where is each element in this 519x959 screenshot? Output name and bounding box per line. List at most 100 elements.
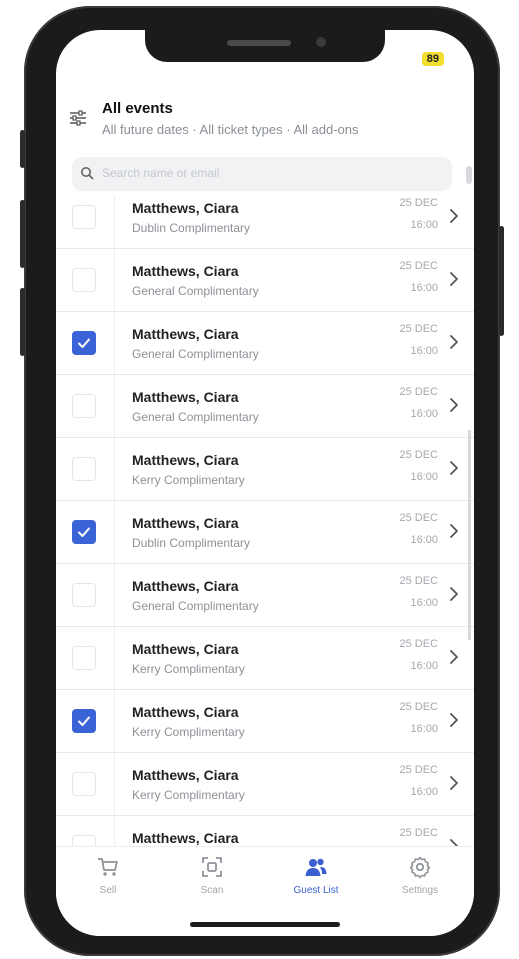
event-time: 16:00 bbox=[410, 345, 438, 357]
checkbox-cell bbox=[56, 753, 115, 815]
guest-checkbox[interactable] bbox=[72, 772, 96, 796]
ticket-type: Kerry Complimentary bbox=[132, 788, 245, 802]
chevron-right-icon[interactable] bbox=[448, 269, 460, 289]
checkbox-cell bbox=[56, 564, 115, 626]
ticket-type: Kerry Complimentary bbox=[132, 662, 245, 676]
search-input[interactable]: Search name or email bbox=[72, 157, 452, 191]
event-time: 16:00 bbox=[410, 597, 438, 609]
chevron-right-icon[interactable] bbox=[448, 521, 460, 541]
checkbox-cell bbox=[56, 249, 115, 311]
guest-row[interactable]: Matthews, Ciara General Complimentary 25… bbox=[56, 375, 474, 438]
chevron-right-icon[interactable] bbox=[448, 206, 460, 226]
event-time: 16:00 bbox=[410, 786, 438, 798]
cart-icon bbox=[98, 858, 118, 876]
guest-checkbox[interactable] bbox=[72, 457, 96, 481]
home-indicator bbox=[190, 922, 340, 927]
search-placeholder: Search name or email bbox=[102, 166, 220, 180]
guest-list-rows: Matthews, Ciara Dublin Complimentary 25 … bbox=[56, 196, 474, 846]
event-date: 25 DEC bbox=[399, 764, 438, 776]
guest-checkbox[interactable] bbox=[72, 268, 96, 292]
filter-sliders-icon[interactable] bbox=[68, 108, 88, 128]
guest-checkbox[interactable] bbox=[72, 835, 96, 846]
side-button-left-2 bbox=[20, 200, 25, 268]
guest-row[interactable]: Matthews, Ciara General Complimentary 25… bbox=[56, 312, 474, 375]
guest-name: Matthews, Ciara bbox=[132, 578, 239, 594]
event-date: 25 DEC bbox=[399, 575, 438, 587]
guest-list[interactable]: Matthews, Ciara Dublin Complimentary 25 … bbox=[56, 196, 474, 846]
checkbox-cell bbox=[56, 196, 115, 248]
scrollbar[interactable] bbox=[468, 430, 471, 640]
chevron-right-icon[interactable] bbox=[448, 395, 460, 415]
ticket-type: Kerry Complimentary bbox=[132, 473, 245, 487]
checkmark-icon bbox=[78, 338, 90, 348]
checkbox-cell bbox=[56, 816, 115, 846]
checkbox-cell bbox=[56, 501, 115, 563]
chevron-right-icon[interactable] bbox=[448, 584, 460, 604]
event-date: 25 DEC bbox=[399, 638, 438, 650]
event-date: 25 DEC bbox=[399, 323, 438, 335]
event-date: 25 DEC bbox=[399, 701, 438, 713]
side-button-left-1 bbox=[20, 130, 25, 168]
guest-row[interactable]: Matthews, Ciara Kerry Complimentary 25 D… bbox=[56, 690, 474, 753]
camera bbox=[316, 37, 326, 47]
tab-guest-list[interactable]: Guest List bbox=[264, 855, 368, 905]
checkbox-cell bbox=[56, 627, 115, 689]
side-button-left-3 bbox=[20, 288, 25, 356]
filter-header[interactable]: All events All future dates · All ticket… bbox=[56, 92, 474, 152]
guest-name: Matthews, Ciara bbox=[132, 641, 239, 657]
event-time: 16:00 bbox=[410, 282, 438, 294]
ticket-type: Dublin Complimentary bbox=[132, 221, 251, 235]
ticket-type: Kerry Complimentary bbox=[132, 725, 245, 739]
guest-row[interactable]: Matthews, Ciara Kerry Complimentary 25 D… bbox=[56, 753, 474, 816]
guest-row[interactable]: Matthews, Ciara General Complimentary 25… bbox=[56, 564, 474, 627]
chevron-right-icon[interactable] bbox=[448, 710, 460, 730]
ticket-type: General Complimentary bbox=[132, 347, 259, 361]
search-icon bbox=[81, 167, 94, 180]
event-time: 16:00 bbox=[410, 660, 438, 672]
event-date: 25 DEC bbox=[399, 449, 438, 461]
tab-scan[interactable]: Scan bbox=[160, 855, 264, 905]
guest-checkbox[interactable] bbox=[72, 646, 96, 670]
tab-scan-label: Scan bbox=[200, 885, 224, 896]
chevron-right-icon[interactable] bbox=[448, 773, 460, 793]
guest-name: Matthews, Ciara bbox=[132, 704, 239, 720]
search-side-control[interactable] bbox=[466, 166, 472, 184]
notch bbox=[145, 30, 385, 62]
guest-checkbox[interactable] bbox=[72, 583, 96, 607]
chevron-right-icon[interactable] bbox=[448, 647, 460, 667]
side-button-right bbox=[499, 226, 504, 336]
scan-icon bbox=[202, 857, 222, 877]
guest-name: Matthews, Ciara bbox=[132, 515, 239, 531]
event-filter-title: All events bbox=[102, 100, 173, 117]
tab-guest-list-label: Guest List bbox=[293, 885, 339, 896]
checkmark-icon bbox=[78, 716, 90, 726]
tab-sell[interactable]: Sell bbox=[56, 855, 160, 905]
event-date: 25 DEC bbox=[399, 512, 438, 524]
guest-name: Matthews, Ciara bbox=[132, 767, 239, 783]
event-date: 25 DEC bbox=[399, 386, 438, 398]
guest-row[interactable]: Matthews, Ciara 25 DEC bbox=[56, 816, 474, 846]
guest-checkbox[interactable] bbox=[72, 709, 96, 733]
guest-row[interactable]: Matthews, Ciara General Complimentary 25… bbox=[56, 249, 474, 312]
guest-checkbox[interactable] bbox=[72, 520, 96, 544]
guest-checkbox[interactable] bbox=[72, 331, 96, 355]
event-time: 16:00 bbox=[410, 534, 438, 546]
guest-row[interactable]: Matthews, Ciara Dublin Complimentary 25 … bbox=[56, 501, 474, 564]
gear-icon bbox=[409, 856, 431, 879]
guest-checkbox[interactable] bbox=[72, 205, 96, 229]
guest-row[interactable]: Matthews, Ciara Kerry Complimentary 25 D… bbox=[56, 438, 474, 501]
guest-name: Matthews, Ciara bbox=[132, 200, 239, 216]
guest-name: Matthews, Ciara bbox=[132, 263, 239, 279]
battery-indicator: 89 bbox=[421, 52, 444, 66]
guest-checkbox[interactable] bbox=[72, 394, 96, 418]
chevron-right-icon[interactable] bbox=[448, 458, 460, 478]
event-time: 16:00 bbox=[410, 219, 438, 231]
tab-settings[interactable]: Settings bbox=[368, 855, 472, 905]
guest-name: Matthews, Ciara bbox=[132, 452, 239, 468]
chevron-right-icon[interactable] bbox=[448, 332, 460, 352]
guest-row[interactable]: Matthews, Ciara Dublin Complimentary 25 … bbox=[56, 196, 474, 249]
guest-row[interactable]: Matthews, Ciara Kerry Complimentary 25 D… bbox=[56, 627, 474, 690]
guest-name: Matthews, Ciara bbox=[132, 326, 239, 342]
chevron-right-icon[interactable] bbox=[448, 836, 460, 846]
event-time: 16:00 bbox=[410, 471, 438, 483]
